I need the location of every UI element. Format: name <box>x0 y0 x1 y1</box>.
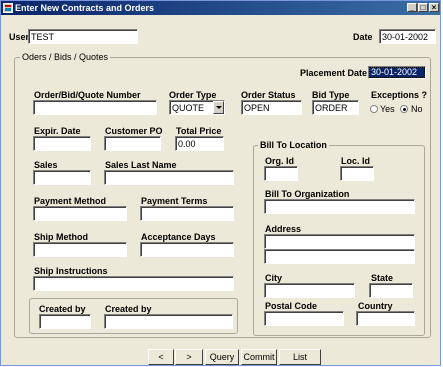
ship-instructions-input[interactable] <box>33 276 234 291</box>
date-label: Date <box>353 32 373 42</box>
postal-code-label: Postal Code <box>265 301 318 311</box>
close-button[interactable]: × <box>429 3 439 12</box>
exceptions-yes-label: Yes <box>380 104 395 114</box>
user-label: User <box>9 32 30 42</box>
exceptions-no-label: No <box>411 104 423 114</box>
city-label: City <box>265 273 283 283</box>
query-button[interactable]: Query <box>205 349 239 365</box>
bill-to-organization-input[interactable] <box>264 199 415 214</box>
ship-method-label: Ship Method <box>34 232 88 242</box>
previous-button[interactable]: < <box>148 349 174 365</box>
postal-code-input[interactable] <box>264 311 344 326</box>
exceptions-label: Exceptions ? <box>371 90 428 100</box>
minimize-button[interactable]: _ <box>407 3 417 12</box>
orders-group-legend: Oders / Bids / Quotes <box>20 52 111 62</box>
exceptions-no-radio[interactable] <box>400 105 408 113</box>
bill-to-legend: Bill To Location <box>258 140 329 150</box>
expir-date-input[interactable] <box>33 136 91 151</box>
payment-terms-label: Payment Terms <box>141 196 208 206</box>
list-button[interactable]: List <box>279 349 321 365</box>
payment-method-label: Payment Method <box>34 196 107 206</box>
app-icon <box>3 3 13 13</box>
date-input[interactable]: 30-01-2002 <box>379 29 436 44</box>
app-window: Enter New Contracts and Orders _ □ × Use… <box>0 0 441 366</box>
country-label: Country <box>358 301 393 311</box>
loc-id-input[interactable] <box>340 166 374 181</box>
maximize-button[interactable]: □ <box>418 3 428 12</box>
created-by-label: Created by <box>39 304 86 314</box>
sales-input[interactable] <box>33 170 91 185</box>
created-by-input[interactable] <box>39 314 91 329</box>
loc-id-label: Loc. Id <box>341 156 370 166</box>
expir-date-label: Expir. Date <box>34 126 81 136</box>
address-label: Address <box>265 224 302 234</box>
acceptance-days-label: Acceptance Days <box>141 232 216 242</box>
order-number-label: Order/Bid/Quote Number <box>34 90 141 100</box>
commit-button[interactable]: Commit <box>241 349 277 365</box>
placement-date-input[interactable]: 30-01-2002 <box>368 66 426 79</box>
country-input[interactable] <box>356 311 415 326</box>
sales-last-name-label: Sales Last Name <box>105 160 177 170</box>
user-input[interactable]: TEST <box>28 29 138 44</box>
order-type-label: Order Type <box>169 90 217 100</box>
address-line2-input[interactable] <box>264 249 415 264</box>
org-id-input[interactable] <box>264 166 298 181</box>
placement-date-label: Placement Date <box>300 68 368 78</box>
order-status-input[interactable]: OPEN <box>241 100 302 115</box>
payment-method-input[interactable] <box>33 206 127 221</box>
acceptance-days-input[interactable] <box>140 242 234 257</box>
state-label: State <box>371 273 394 283</box>
bid-type-label: Bid Type <box>312 90 350 100</box>
ship-method-input[interactable] <box>33 242 127 257</box>
created-by-name-label: Created by <box>105 304 152 314</box>
org-id-label: Org. Id <box>265 156 294 166</box>
created-by-name-input[interactable] <box>104 314 233 329</box>
order-number-input[interactable] <box>33 100 157 115</box>
total-price-label: Total Price <box>176 126 222 136</box>
order-type-value: QUOTE <box>172 103 205 113</box>
title-bar[interactable]: Enter New Contracts and Orders _ □ × <box>1 1 440 15</box>
order-status-label: Order Status <box>241 90 296 100</box>
customer-po-label: Customer PO <box>105 126 163 136</box>
payment-terms-input[interactable] <box>140 206 234 221</box>
state-input[interactable] <box>369 283 413 298</box>
city-input[interactable] <box>264 283 355 298</box>
bid-type-input[interactable]: ORDER <box>312 100 359 115</box>
address-line1-input[interactable] <box>264 234 415 249</box>
exceptions-yes-radio[interactable] <box>370 105 378 113</box>
sales-label: Sales <box>34 160 58 170</box>
ship-instructions-label: Ship Instructions <box>34 266 108 276</box>
next-button[interactable]: > <box>175 349 203 365</box>
window-title: Enter New Contracts and Orders <box>15 3 155 13</box>
bill-to-organization-label: Bill To Organization <box>265 189 350 199</box>
customer-po-input[interactable] <box>104 136 161 151</box>
total-price-input[interactable]: 0.00 <box>175 136 224 151</box>
chevron-down-icon[interactable] <box>213 101 224 114</box>
sales-last-name-input[interactable] <box>104 170 234 185</box>
